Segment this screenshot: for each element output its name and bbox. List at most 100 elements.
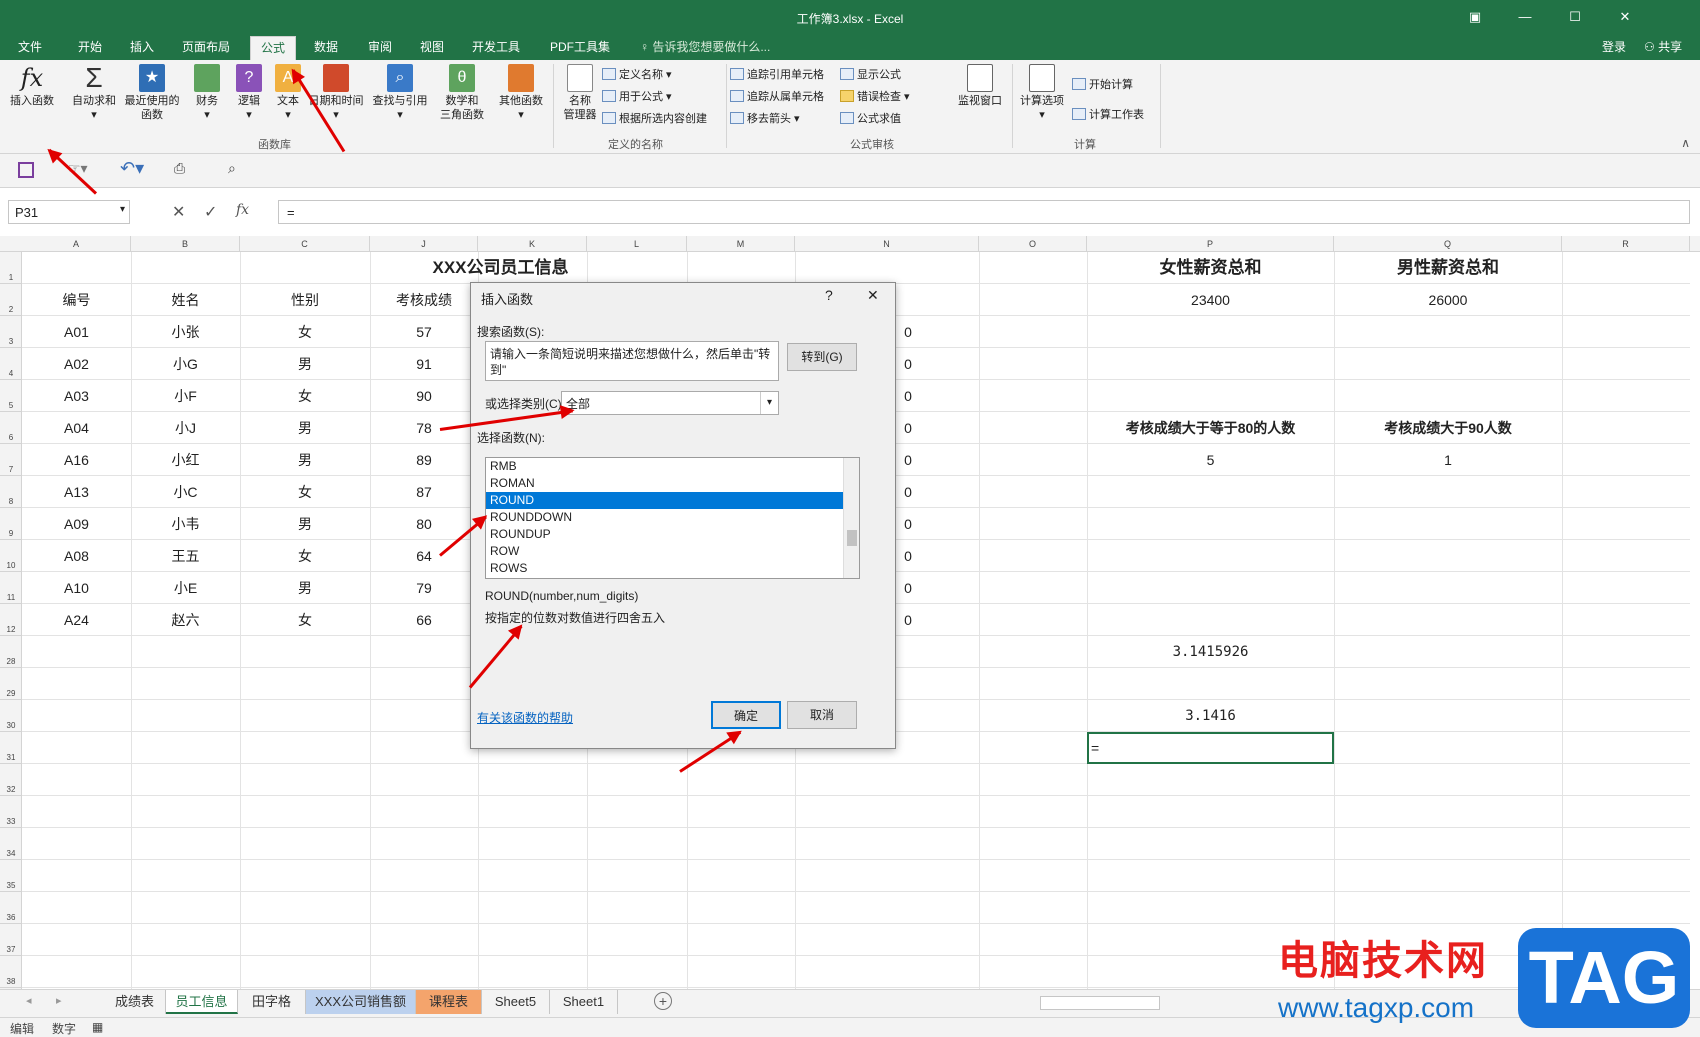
row-header[interactable]: 29 [0,668,22,700]
cancel-icon[interactable]: ✕ [172,202,185,222]
tab-review[interactable]: 审阅 [364,36,396,60]
data-cell[interactable]: A10 [22,572,131,604]
data-cell[interactable]: 57 [370,316,478,348]
n-col-cell[interactable]: 0 [898,476,918,508]
data-cell[interactable]: 小F [131,380,240,412]
math-button[interactable]: θ 数学和 三角函数 [434,64,490,122]
tab-developer[interactable]: 开发工具 [468,36,524,60]
show-formulas-button[interactable]: 显示公式 [840,66,901,82]
data-cell[interactable]: A16 [22,444,131,476]
data-cell[interactable]: 女 [240,476,370,508]
tab-home[interactable]: 开始 [74,36,106,60]
row-header[interactable]: 30 [0,700,22,732]
create-from-selection-button[interactable]: 根据所选内容创建 [602,110,707,126]
ok-button[interactable]: 确定 [711,701,781,729]
data-cell[interactable]: 87 [370,476,478,508]
login-link[interactable]: 登录 [1598,36,1630,60]
function-item[interactable]: ROUNDDOWN [486,509,859,526]
col-header[interactable]: K [478,236,587,252]
sheet-tab[interactable]: 田字格 [238,990,306,1014]
autosum-button[interactable]: Σ 自动求和 ▾ [68,64,120,122]
data-cell[interactable]: 男 [240,348,370,380]
rounded-value-cell[interactable]: 3.1416 [1087,700,1334,732]
fx-icon[interactable]: fx [236,202,249,218]
function-item[interactable]: ROMAN [486,475,859,492]
function-list[interactable]: RMB ROMAN ROUND ROUNDDOWN ROUNDUP ROW RO… [485,457,860,579]
col-header[interactable]: Q [1334,236,1562,252]
male-salary-header[interactable]: 男性薪资总和 [1334,252,1562,284]
row-header[interactable]: 33 [0,796,22,828]
data-cell[interactable]: 64 [370,540,478,572]
data-cell[interactable]: 男 [240,572,370,604]
recent-functions-button[interactable]: ★ 最近使用的 函数 [122,64,182,122]
data-cell[interactable]: 王五 [131,540,240,572]
data-cell[interactable]: 91 [370,348,478,380]
trace-precedents-button[interactable]: 追踪引用单元格 [730,66,824,82]
calculate-now-button[interactable]: 开始计算 [1072,76,1133,92]
function-help-link[interactable]: 有关该函数的帮助 [477,709,573,726]
lookup-button[interactable]: ⌕ 查找与引用 ▾ [370,64,430,122]
tab-pdf[interactable]: PDF工具集 [546,36,614,60]
help-button[interactable]: ? [825,287,833,303]
macro-record-icon[interactable]: ▦ [92,1020,103,1034]
data-cell[interactable]: A13 [22,476,131,508]
n-col-cell[interactable]: 0 [898,540,918,572]
tab-page-layout[interactable]: 页面布局 [178,36,234,60]
data-cell[interactable]: A24 [22,604,131,636]
evaluate-formula-button[interactable]: 公式求值 [840,110,901,126]
male-salary-value[interactable]: 26000 [1334,284,1562,316]
row-header[interactable]: 36 [0,892,22,924]
sheet-tab[interactable]: XXX公司销售额 [306,990,416,1014]
count-gt90-label[interactable]: 考核成绩大于90人数 [1334,412,1562,444]
data-cell[interactable]: 女 [240,316,370,348]
count-ge80-label[interactable]: 考核成绩大于等于80的人数 [1087,412,1334,444]
row-header[interactable]: 3 [0,316,22,348]
data-cell[interactable]: A02 [22,348,131,380]
row-header[interactable]: 9 [0,508,22,540]
data-cell[interactable]: 男 [240,412,370,444]
count-gt90-value[interactable]: 1 [1334,444,1562,476]
data-cell[interactable]: 小张 [131,316,240,348]
watch-window-button[interactable]: 监视窗口 [952,64,1008,108]
header-cell[interactable]: 姓名 [131,284,240,316]
sheet-tab-active[interactable]: 员工信息 [166,990,238,1014]
horizontal-scrollbar[interactable] [1040,996,1160,1010]
n-col-cell[interactable]: 0 [898,572,918,604]
data-cell[interactable]: 男 [240,444,370,476]
data-cell[interactable]: A09 [22,508,131,540]
n-col-cell[interactable]: 0 [898,380,918,412]
calc-options-button[interactable]: 计算选项 ▾ [1016,64,1068,122]
data-cell[interactable]: A04 [22,412,131,444]
minimize-button[interactable]: — [1510,6,1540,28]
col-header[interactable]: M [687,236,795,252]
sheet-tab[interactable]: Sheet5 [482,990,550,1014]
row-header[interactable]: 4 [0,348,22,380]
data-cell[interactable]: 小韦 [131,508,240,540]
save-icon[interactable] [18,162,34,178]
col-header[interactable]: L [587,236,687,252]
datetime-button[interactable]: 日期和时间 ▾ [306,64,366,122]
col-header[interactable]: C [240,236,370,252]
dialog-close-button[interactable]: ✕ [867,287,879,304]
n-col-cell[interactable]: 0 [898,508,918,540]
trace-dependents-button[interactable]: 追踪从属单元格 [730,88,824,104]
chevron-down-icon[interactable]: ▾ [760,392,778,414]
col-header[interactable]: N [795,236,979,252]
logical-button[interactable]: ? 逻辑 ▾ [232,64,266,122]
n-col-cell[interactable]: 0 [898,316,918,348]
selected-cell-p31[interactable]: = [1087,732,1334,764]
header-cell[interactable]: 考核成绩 [370,284,478,316]
name-box[interactable]: P31 ▾ [8,200,130,224]
tab-file[interactable]: 文件 [14,36,46,60]
add-sheet-icon[interactable]: + [654,992,672,1010]
row-header[interactable]: 6 [0,412,22,444]
sheet-tab[interactable]: Sheet1 [550,990,618,1014]
n-col-cell[interactable]: 0 [898,412,918,444]
row-header[interactable]: 11 [0,572,22,604]
sheet-tab[interactable]: 课程表 [416,990,482,1014]
data-cell[interactable]: 男 [240,508,370,540]
header-cell[interactable]: 编号 [22,284,131,316]
calculate-sheet-button[interactable]: 计算工作表 [1072,106,1144,122]
print-preview-icon[interactable]: ⎙ [174,160,185,177]
row-header[interactable]: 1 [0,252,22,284]
